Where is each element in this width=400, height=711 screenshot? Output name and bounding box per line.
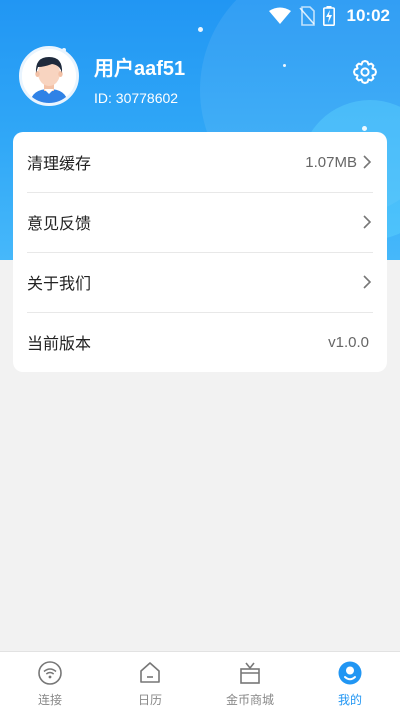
menu-item-feedback[interactable]: 意见反馈	[13, 192, 387, 252]
cache-size-value: 1.07MB	[305, 153, 357, 171]
version-value: v1.0.0	[328, 333, 369, 351]
status-time: 10:02	[346, 6, 390, 25]
nav-label: 日历	[137, 693, 162, 707]
nav-item-connect[interactable]: 连接	[0, 652, 100, 711]
menu-item-label: 清理缓存	[27, 154, 92, 173]
header-decoration	[283, 64, 286, 67]
menu-item-label: 关于我们	[27, 274, 92, 293]
chevron-right-icon	[363, 275, 372, 289]
user-id: ID: 30778602	[94, 90, 179, 106]
chevron-right-icon	[363, 155, 372, 169]
chevron-right-icon	[363, 215, 372, 229]
profile-icon	[338, 661, 362, 685]
settings-button[interactable]	[352, 59, 378, 85]
nav-label: 连接	[37, 693, 62, 707]
menu-item-about-us[interactable]: 关于我们	[13, 252, 387, 312]
bottom-navigation: 连接 日历 金币商城 我的	[0, 651, 400, 711]
menu-item-label: 当前版本	[27, 334, 92, 353]
nav-item-calendar[interactable]: 日历	[100, 652, 200, 711]
menu-item-clear-cache[interactable]: 清理缓存 1.07MB	[13, 132, 387, 192]
wifi-circle-icon	[38, 661, 62, 685]
avatar-boy-icon	[22, 49, 76, 103]
header-decoration	[362, 126, 367, 131]
nav-label: 我的	[337, 693, 362, 707]
no-sim-icon	[298, 6, 315, 26]
avatar[interactable]	[19, 46, 79, 106]
battery-charging-icon	[322, 6, 335, 26]
menu-item-label: 意见反馈	[27, 214, 92, 233]
nav-item-coin-store[interactable]: 金币商城	[200, 652, 300, 711]
nav-label: 金币商城	[225, 693, 274, 707]
nav-item-mine[interactable]: 我的	[300, 652, 400, 711]
menu-item-current-version: 当前版本 v1.0.0	[13, 312, 387, 372]
gear-icon	[353, 60, 377, 84]
wifi-icon	[268, 7, 291, 24]
settings-menu-card: 清理缓存 1.07MB 意见反馈 关于我们 当前版本 v1.0.0	[13, 132, 387, 372]
gift-box-icon	[240, 662, 260, 684]
home-icon	[140, 662, 160, 683]
username: 用户aaf51	[94, 58, 186, 80]
status-bar: 10:02	[0, 0, 400, 32]
